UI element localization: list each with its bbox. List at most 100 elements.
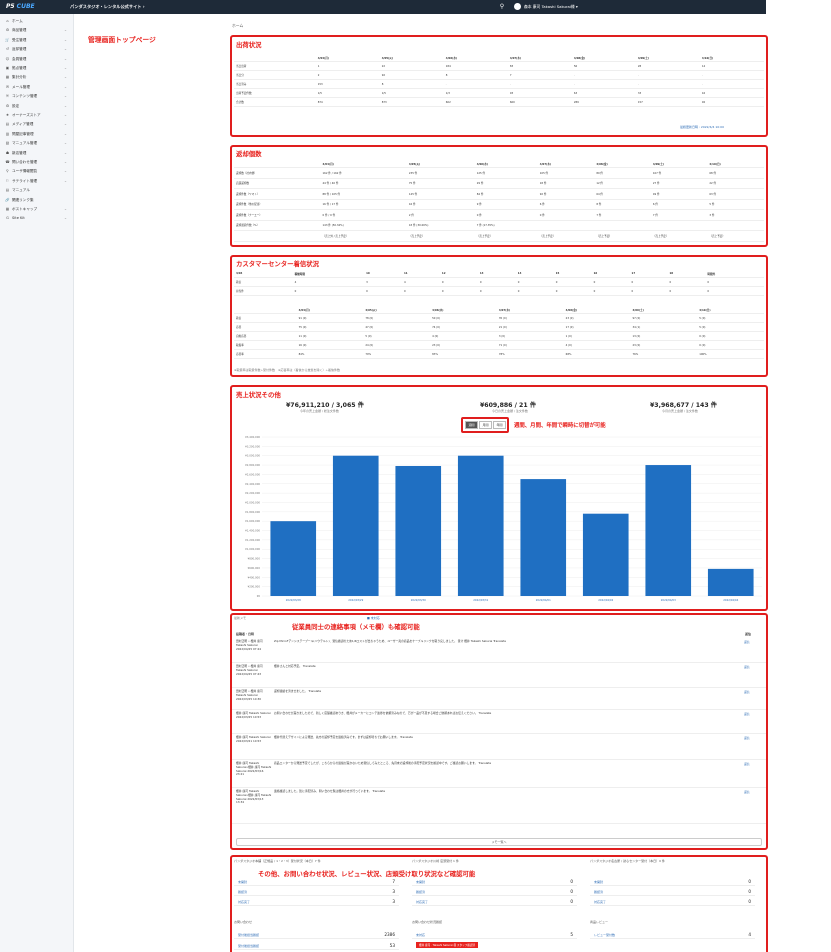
memo-legend: ■ 未対応 <box>367 616 380 620</box>
y-tick-label: ¥3,400,000 <box>245 435 260 439</box>
status-card: パンダスタジオ本舗（正規品 / 1・2・3）受付状況（本日）7 件未開封 7 確認済… <box>234 859 402 909</box>
card-row[interactable]: 確認済 0 <box>590 887 755 896</box>
card-row-label[interactable]: 確認済 <box>416 890 425 894</box>
annotation-memo: 従業員同士の連絡事項（メモ欄）も確認可能 <box>292 623 420 631</box>
y-tick-label: ¥2,000,000 <box>245 500 260 504</box>
card-title: 商品レビュー <box>590 920 609 924</box>
memo-text: 返却連絡を済ませました。 Translate <box>274 689 322 693</box>
card-row-label[interactable]: 対応完了 <box>238 900 250 904</box>
card-row-value: 0 <box>570 879 573 884</box>
card-row-label[interactable]: 対応完了 <box>416 900 428 904</box>
card-row-label[interactable]: 確認済 <box>594 890 603 894</box>
card-row-value: 0 <box>748 899 751 904</box>
memo-author: 櫻井 康司 Takashi Sakurai 2022/03/25 10:53 <box>236 711 271 719</box>
card-row[interactable]: 確認済 0 <box>412 887 577 896</box>
x-tick-label: 2022/04/03 <box>661 598 676 602</box>
memo-reply-link[interactable]: 返信 <box>744 762 750 766</box>
card-title: お問い合わせ状況確認 <box>412 920 443 924</box>
card-row-label[interactable]: 受付後担当確認 <box>238 944 259 948</box>
card-row-value: 0 <box>570 899 573 904</box>
card-row-value: 0 <box>748 879 751 884</box>
memo-reply-link[interactable]: 返信 <box>744 665 750 669</box>
card-row-value: 4 <box>748 932 751 937</box>
card-row[interactable]: 受付後担当確認 2386 <box>234 930 399 939</box>
card-title: お問い合わせ <box>234 920 253 924</box>
memo-text: Zip MicroFアンシステーブール(ハウテルト)、受信確認のため1/4ロスト… <box>274 639 506 643</box>
memo-row: 櫻井 康司 Takashi Sakurai 2022/03/25 10:53 お問… <box>232 710 766 734</box>
card-row-label[interactable]: 確認済 <box>238 890 247 894</box>
status-card: 商品レビューレビュー受付数 4 <box>590 920 758 952</box>
card-row-value: 3 <box>392 899 395 904</box>
x-tick-label: 2022/03/30 <box>411 598 426 602</box>
y-tick-label: ¥2,800,000 <box>245 463 260 467</box>
bar <box>457 455 504 596</box>
card-row[interactable]: 確認済 3 <box>234 887 399 896</box>
y-tick-label: ¥1,400,000 <box>245 529 260 533</box>
memo-row: 田村正明 • 櫻井 康司 Takashi Sakurai 2022/04/25 … <box>232 638 766 663</box>
x-tick-label: 2022/04/04 <box>723 598 738 602</box>
y-tick-label: ¥1,800,000 <box>245 510 260 514</box>
y-tick-label: ¥400,000 <box>248 575 261 579</box>
card-row[interactable]: 受付後担当確認 53 <box>234 941 399 950</box>
card-row-label[interactable]: 受付後担当確認 <box>238 933 259 937</box>
card-row[interactable]: 未開封 0 <box>412 877 577 886</box>
status-badge: 櫻井 康司 · Takashi Sakurai 様 スタッフ確認済 <box>416 942 479 948</box>
y-tick-label: ¥3,000,000 <box>245 454 260 458</box>
card-row[interactable]: 対応完了 3 <box>234 897 399 906</box>
x-tick-label: 2022/03/29 <box>348 598 363 602</box>
memo-author: 田村正明 • 櫻井 康司 Takashi Sakurai 2022/04/25 … <box>236 639 263 651</box>
memo-text: 櫻井さんと対応予定。 Translate <box>274 664 316 668</box>
memo-reply-link[interactable]: 返信 <box>744 736 750 740</box>
memo-reply-link[interactable]: 返信 <box>744 640 750 644</box>
card-row-label[interactable]: 未開封 <box>594 880 603 884</box>
y-tick-label: ¥1,200,000 <box>245 538 260 542</box>
y-tick-label: ¥2,200,000 <box>245 491 260 495</box>
bar <box>395 465 442 596</box>
card-row-label[interactable]: 未開封 <box>238 880 247 884</box>
card-row-value: 0 <box>570 889 573 894</box>
y-tick-label: ¥200,000 <box>248 585 261 589</box>
memo-reply-link[interactable]: 返信 <box>744 690 750 694</box>
x-tick-label: 2022/04/01 <box>536 598 551 602</box>
y-tick-label: ¥1,600,000 <box>245 519 260 523</box>
card-row-label[interactable]: 対応完了 <box>594 900 606 904</box>
memo-author: 櫻井 康司 Takashi Sakurai•櫻井 康司 Takashi Saku… <box>236 789 272 805</box>
memo-header-author: 投稿者・日時 <box>236 632 255 636</box>
card-row-value: 2386 <box>384 932 395 937</box>
memo-reply-link[interactable]: 返信 <box>744 790 750 794</box>
card-row-value: 3 <box>392 889 395 894</box>
card-row[interactable]: 対応完了 0 <box>590 897 755 906</box>
card-row[interactable]: 未開封 7 <box>234 877 399 886</box>
card-row[interactable]: レビュー受付数 4 <box>590 930 755 939</box>
y-tick-label: ¥2,600,000 <box>245 472 260 476</box>
memo-text: 商品エンターから発送予定でしたが、こちらからの連絡が届かないため受信してみたとこ… <box>274 761 492 765</box>
card-row-label[interactable]: 未開封 <box>416 880 425 884</box>
memo-author: 櫻井 康司 Takashi Sakurai 2022/03/21 10:53 <box>236 735 271 743</box>
card-row[interactable]: 対応完了 0 <box>412 897 577 906</box>
y-tick-label: ¥800,000 <box>248 557 261 561</box>
memo-text: 連絡確認しました。既に手配済み、問い合わせ覧は櫻井の方が行っています。 Tran… <box>274 789 386 793</box>
card-row-value: 7 <box>392 879 395 884</box>
card-row-value: 53 <box>389 943 395 948</box>
card-row-label[interactable]: レビュー受付数 <box>594 933 615 937</box>
memo-author: 田村正明 • 櫻井 康司 Takashi Sakurai 2022/04/25 … <box>236 664 263 676</box>
status-card: お問い合わせ状況確認未対応 5 櫻井 康司 · Takashi Sakurai 様 … <box>412 920 580 952</box>
card-row-label[interactable]: 未対応 <box>416 933 425 937</box>
memo-title: 最新メモ <box>234 616 247 620</box>
memo-more-button[interactable]: メモ一覧へ <box>236 838 762 846</box>
memo-row: 田村正明 • 櫻井 康司 Takashi Sakurai 2022/04/25 … <box>232 663 766 688</box>
bar <box>520 479 567 596</box>
card-row[interactable]: 未対応 5 <box>412 930 577 939</box>
status-card: パンダスタジオ川崎 店頭受付 1 件未開封 0 確認済 0 対応完了 0 <box>412 859 580 909</box>
y-tick-label: ¥2,400,000 <box>245 482 260 486</box>
y-tick-label: ¥600,000 <box>248 566 261 570</box>
card-title: パンダスタジオ本舗（正規品 / 1・2・3）受付状況（本日）7 件 <box>234 859 321 863</box>
memo-row: 櫻井 康司 Takashi Sakurai 2022/03/21 10:53 櫻井… <box>232 734 766 760</box>
bar <box>332 455 379 596</box>
card-row[interactable]: 未開封 0 <box>590 877 755 886</box>
memo-row: 櫻井 康司 Takashi Sakurai•櫻井 康司 Takashi Saku… <box>232 760 766 788</box>
memo-row: 櫻井 康司 Takashi Sakurai•櫻井 康司 Takashi Saku… <box>232 788 766 824</box>
memo-row: 田村正明 • 櫻井 康司 Takashi Sakurai 2022/03/25 … <box>232 688 766 710</box>
x-tick-label: 2022/03/28 <box>286 598 301 602</box>
memo-reply-link[interactable]: 返信 <box>744 712 750 716</box>
